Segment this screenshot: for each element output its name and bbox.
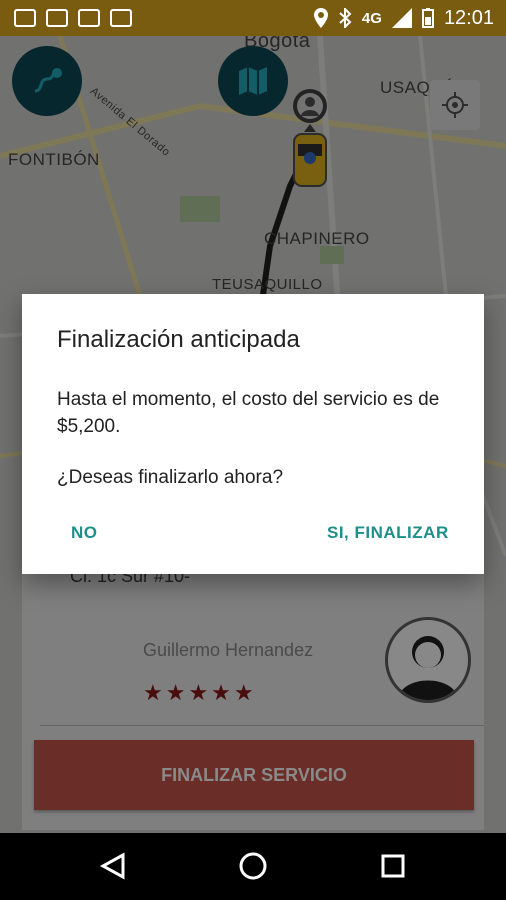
driver-name: Guillermo Hernandez <box>143 640 314 660</box>
clock: 12:01 <box>443 6 494 29</box>
dialog-no-button[interactable]: NO <box>71 523 98 543</box>
dialog-message: Hasta el momento, el costo del servicio … <box>57 389 440 437</box>
early-finish-dialog: Finalización anticipada Hasta el momento… <box>22 294 484 574</box>
back-button[interactable] <box>83 838 143 895</box>
battery-icon <box>421 8 434 28</box>
chat-notification-icon <box>14 9 36 27</box>
system-nav-bar <box>0 833 506 900</box>
location-icon <box>313 8 328 28</box>
dialog-question: ¿Deseas finalizarlo ahora? <box>57 467 284 488</box>
driver-rating-stars: ★★★★★ <box>143 680 257 705</box>
person-icon <box>398 636 458 700</box>
recents-button[interactable] <box>363 838 423 895</box>
driver-avatar <box>385 617 471 703</box>
signal-icon <box>391 8 412 28</box>
image-notification-icon <box>46 9 68 27</box>
mail-notification-icon <box>110 9 132 27</box>
dialog-confirm-button[interactable]: SI, FINALIZAR <box>327 523 449 543</box>
network-type: 4G <box>361 9 382 27</box>
dialog-title: Finalización anticipada <box>57 326 300 353</box>
mail-notification-icon <box>78 9 100 27</box>
home-button[interactable] <box>223 838 283 895</box>
bluetooth-icon <box>339 8 352 28</box>
finish-service-button[interactable]: FINALIZAR SERVICIO <box>34 740 474 810</box>
status-bar: 4G 12:01 <box>0 0 506 36</box>
card-divider <box>40 725 484 726</box>
